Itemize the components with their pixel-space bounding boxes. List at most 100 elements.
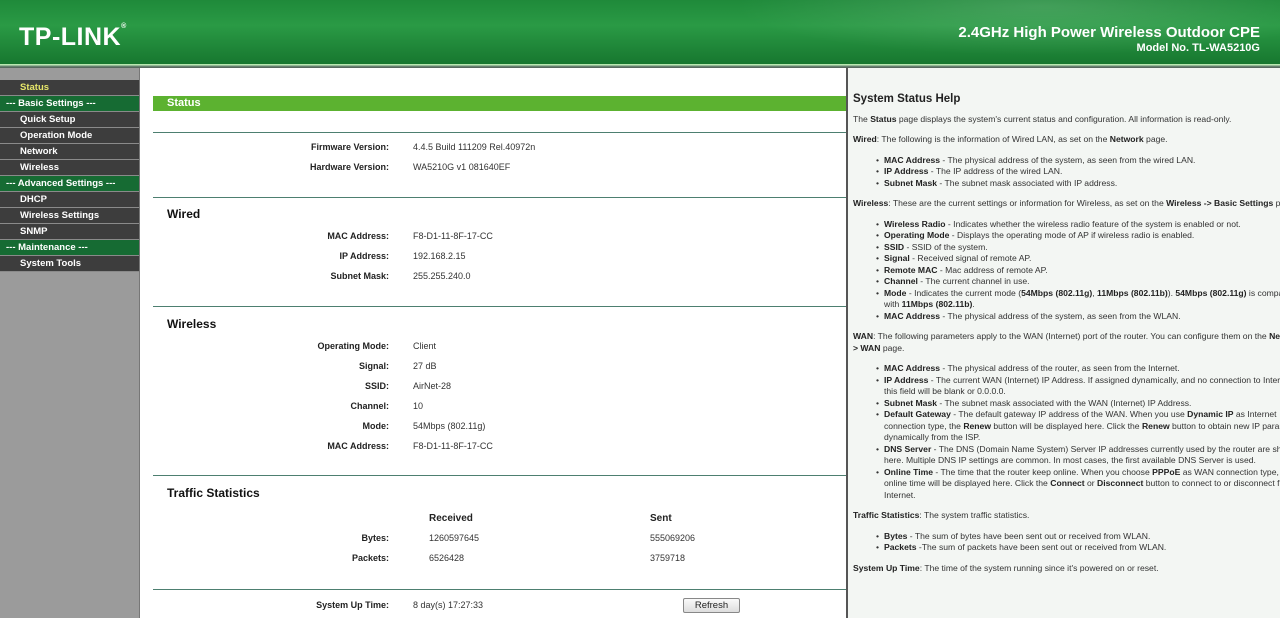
help-term: Renew xyxy=(1141,420,1170,431)
sidebar-item-wireless-settings[interactable]: Wireless Settings xyxy=(0,208,139,224)
help-panel: System Status Help The Status page displ… xyxy=(846,68,1280,618)
help-term: IP Address xyxy=(884,166,929,176)
sidebar-group-header: --- Basic Settings --- xyxy=(0,96,139,112)
help-term: Status xyxy=(870,113,897,124)
help-list-item: SSID - SSID of the system. xyxy=(876,242,1280,254)
help-list-item: MAC Address - The physical address of th… xyxy=(876,155,1280,167)
help-list-item: MAC Address - The physical address of th… xyxy=(876,311,1280,323)
help-list-item: MAC Address - The physical address of th… xyxy=(876,363,1280,375)
wired-row-label: MAC Address: xyxy=(327,231,389,241)
help-text: . xyxy=(972,299,975,309)
help-title: System Status Help xyxy=(853,93,961,105)
sidebar-item-quick-setup[interactable]: Quick Setup xyxy=(0,112,139,128)
help-term: Subnet Mask xyxy=(884,397,938,408)
wireless-row-label: Operating Mode: xyxy=(317,341,390,351)
divider xyxy=(153,475,846,476)
help-text: - The current WAN (Internet) IP Address.… xyxy=(884,374,1280,397)
help-text: The xyxy=(853,113,871,124)
help-list-item: IP Address - The IP address of the wired… xyxy=(876,166,1280,178)
help-text: page. xyxy=(880,342,905,353)
help-list-item: Signal - Received signal of remote AP. xyxy=(876,253,1280,265)
packets-received: 6526428 xyxy=(429,553,465,563)
wired-row-label: Subnet Mask: xyxy=(330,271,389,281)
sidebar-item-system-tools[interactable]: System Tools xyxy=(0,256,139,272)
packets-sent: 3759718 xyxy=(650,553,686,563)
help-list-item: Packets -The sum of packets have been se… xyxy=(876,542,1280,554)
firmware-label: Firmware Version: xyxy=(310,142,389,152)
help-list-item: Remote MAC - Mac address of remote AP. xyxy=(876,265,1280,277)
wireless-heading: Wireless xyxy=(167,317,217,331)
help-term: Network xyxy=(1109,134,1144,144)
received-column-header: Received xyxy=(429,513,473,524)
help-paragraph: WAN: The following parameters apply to t… xyxy=(853,331,1280,354)
wireless-row-value: 10 xyxy=(413,401,424,411)
help-text: : These are the current settings or info… xyxy=(888,198,1167,208)
help-paragraph: System Up Time: The time of the system r… xyxy=(853,563,1280,575)
bytes-received: 1260597645 xyxy=(429,533,480,543)
divider xyxy=(153,197,846,198)
help-list-item: DNS Server - The DNS (Domain Name System… xyxy=(876,444,1280,467)
sidebar-group-header: --- Advanced Settings --- xyxy=(0,176,139,192)
help-text: : The time of the system running since i… xyxy=(919,562,1159,573)
help-term: Online Time xyxy=(884,466,934,477)
wireless-row-label: SSID: xyxy=(364,381,389,391)
bytes-sent: 555069206 xyxy=(650,533,696,543)
help-text: - The subnet mask associated with the WA… xyxy=(937,397,1192,408)
help-term: 11Mbps (802.11b) xyxy=(901,299,973,309)
help-text: - The DNS (Domain Name System) Server IP… xyxy=(884,443,1280,466)
help-text: - SSID of the system. xyxy=(904,241,988,252)
help-paragraph: The Status page displays the system's cu… xyxy=(853,114,1280,126)
help-list: Bytes - The sum of bytes have been sent … xyxy=(876,531,1280,554)
help-text: - Mac address of remote AP. xyxy=(937,264,1048,275)
hardware-label: Hardware Version: xyxy=(309,162,389,172)
help-term: Default Gateway xyxy=(884,409,951,419)
tp-link-logo: TP-LINK® xyxy=(19,23,127,51)
help-text: : The following parameters apply to the … xyxy=(873,331,1270,341)
help-term: Mode xyxy=(884,287,907,298)
help-term: Wireless -> Basic Settings xyxy=(1166,198,1274,208)
help-text: -The sum of packets have been sent out o… xyxy=(916,542,1167,552)
help-text: - Received signal of remote AP. xyxy=(909,253,1032,263)
help-list: MAC Address - The physical address of th… xyxy=(876,363,1280,501)
wireless-row-label: Channel: xyxy=(350,401,389,411)
help-term: MAC Address xyxy=(884,154,941,165)
help-term: Dynamic IP xyxy=(1187,409,1234,419)
refresh-button[interactable]: Refresh xyxy=(683,598,740,613)
help-list-item: Default Gateway - The default gateway IP… xyxy=(876,409,1280,444)
uptime-value: 8 day(s) 17:27:33 xyxy=(413,600,484,610)
help-text: - The subnet mask associated with IP add… xyxy=(937,177,1118,188)
model-number: Model No. TL-WA5210G xyxy=(1136,42,1260,54)
help-term: Wireless xyxy=(853,198,889,208)
help-text: - The current channel in use. xyxy=(917,276,1030,286)
wireless-row-value: 54Mbps (802.11g) xyxy=(413,421,486,431)
sidebar-item-operation-mode[interactable]: Operation Mode xyxy=(0,128,139,144)
sidebar-item-status[interactable]: Status xyxy=(0,80,139,96)
help-text: page displays the system's current statu… xyxy=(896,113,1232,124)
help-term: Connect xyxy=(1050,478,1085,488)
help-paragraph: Traffic Statistics: The system traffic s… xyxy=(853,510,1280,522)
help-term: 54Mbps (802.11g) xyxy=(1175,287,1247,298)
help-text: : The following is the information of Wi… xyxy=(876,134,1110,144)
help-term: Subnet Mask xyxy=(884,177,938,188)
help-text: or xyxy=(1084,478,1098,488)
sidebar-item-dhcp[interactable]: DHCP xyxy=(0,192,139,208)
sidebar-item-wireless[interactable]: Wireless xyxy=(0,160,139,176)
bytes-label: Bytes: xyxy=(361,533,389,543)
wireless-row-label: MAC Address: xyxy=(327,441,389,451)
wireless-row-label: Mode: xyxy=(362,421,390,431)
help-text: page. xyxy=(1275,198,1280,208)
product-name: 2.4GHz High Power Wireless Outdoor CPE xyxy=(958,24,1260,41)
sidebar-item-network[interactable]: Network xyxy=(0,144,139,160)
sidebar: Status --- Basic Settings --- Quick Setup O… xyxy=(0,68,140,618)
wired-row-value: F8-D1-11-8F-17-CC xyxy=(413,231,493,241)
help-text: - The physical address of the system, as… xyxy=(940,154,1196,165)
wired-row-value: 255.255.240.0 xyxy=(413,271,471,281)
uptime-label: System Up Time: xyxy=(316,600,389,610)
help-term: Operating Mode xyxy=(884,230,950,240)
wireless-row-value: F8-D1-11-8F-17-CC xyxy=(413,441,493,451)
help-list-item: IP Address - The current WAN (Internet) … xyxy=(876,375,1280,398)
help-text: - Displays the operating mode of AP if w… xyxy=(949,230,1195,240)
sidebar-item-snmp[interactable]: SNMP xyxy=(0,224,139,240)
help-term: Wired xyxy=(853,134,877,144)
help-term: Disconnect xyxy=(1097,478,1144,488)
